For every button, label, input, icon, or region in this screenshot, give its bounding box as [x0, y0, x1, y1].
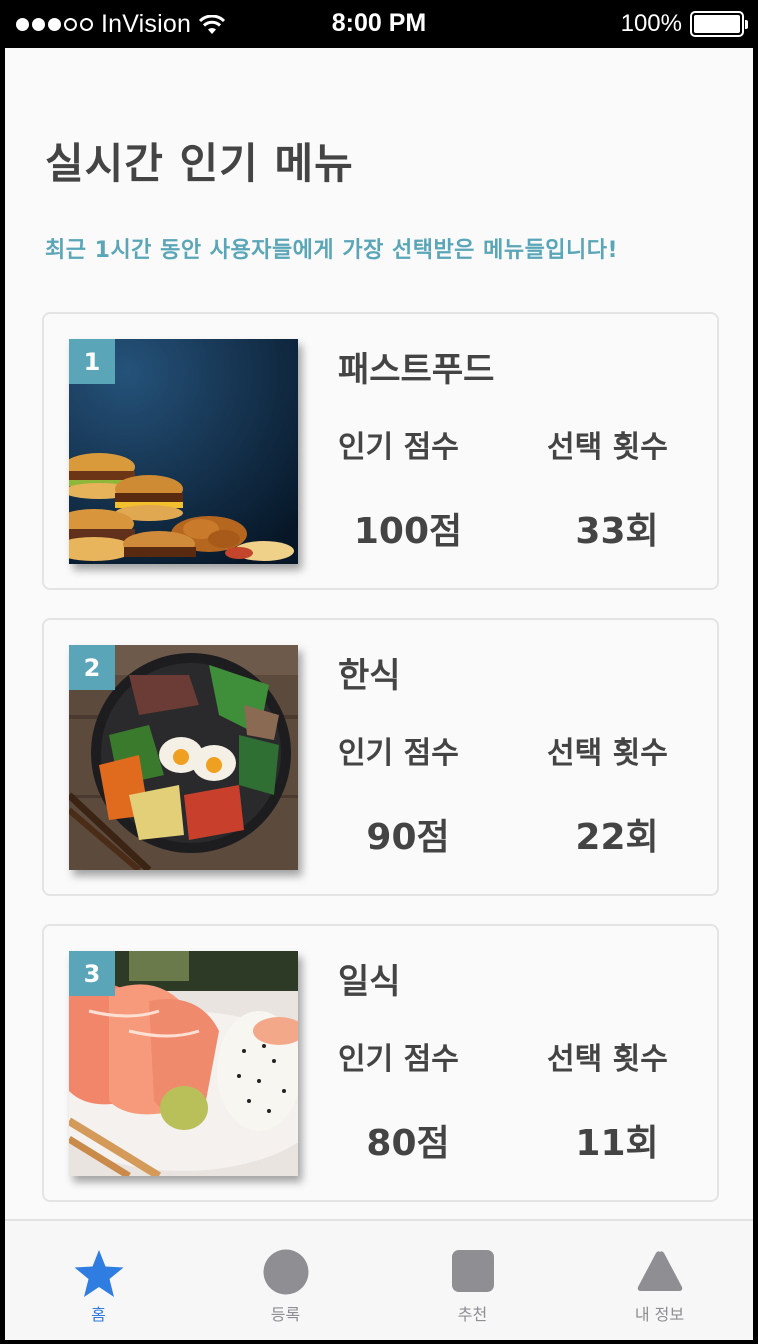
tab-label: 내 정보 [634, 1305, 685, 1324]
tab-label: 등록 [270, 1305, 301, 1324]
menu-name: 한식 [338, 656, 401, 696]
tab-home[interactable]: 홈 [5, 1221, 192, 1340]
rank-badge: 3 [69, 951, 115, 996]
selection-count-value: 11회 [575, 1123, 659, 1164]
selection-count-label: 선택 횟수 [547, 1042, 668, 1077]
rank-badge: 2 [69, 645, 115, 690]
tab-register[interactable]: 등록 [192, 1221, 379, 1340]
bottom-tab-bar: 홈 등록 추천 내 정보 [5, 1219, 753, 1340]
circle-icon [263, 1249, 308, 1295]
status-bar: InVision 8:00 PM 100% [0, 0, 758, 48]
menu-card-fastfood[interactable]: 1 패스트푸드 인기 점수 선택 횟수 100점 33회 [42, 312, 719, 590]
square-icon [451, 1250, 494, 1292]
popularity-score-label: 인기 점수 [338, 736, 459, 771]
page-subtitle: 최근 1시간 동안 사용자들에게 가장 선택받은 메뉴들입니다! [45, 238, 619, 263]
battery-info: 100% [620, 10, 748, 38]
menu-image-fastfood: 1 [69, 339, 298, 564]
selection-count-label: 선택 횟수 [547, 736, 668, 771]
rank-badge: 1 [69, 339, 115, 384]
triangle-icon [637, 1251, 682, 1291]
menu-name: 일식 [338, 962, 401, 1002]
selection-count-value: 33회 [575, 511, 659, 552]
selection-count-value: 22회 [575, 817, 659, 858]
app-screen: 실시간 인기 메뉴 최근 1시간 동안 사용자들에게 가장 선택받은 메뉴들입니… [5, 48, 753, 1340]
page-title: 실시간 인기 메뉴 [45, 139, 354, 188]
tab-label: 홈 [91, 1305, 106, 1324]
selection-count-label: 선택 횟수 [547, 430, 668, 465]
popularity-score-value: 90점 [366, 817, 450, 858]
menu-name: 패스트푸드 [338, 350, 495, 390]
battery-percentage: 100% [620, 10, 682, 37]
menu-card-korean[interactable]: 2 한식 인기 점수 선택 횟수 90점 22회 [42, 618, 719, 896]
tab-label: 추천 [457, 1305, 488, 1324]
star-icon [74, 1250, 123, 1297]
menu-image-korean: 2 [69, 645, 298, 870]
menu-image-japanese: 3 [69, 951, 298, 1176]
tab-my-info[interactable]: 내 정보 [566, 1221, 753, 1340]
popularity-score-value: 80점 [366, 1123, 450, 1164]
battery-icon [690, 11, 748, 37]
popularity-score-value: 100점 [353, 511, 463, 552]
menu-card-japanese[interactable]: 3 일식 인기 점수 선택 횟수 80점 11회 [42, 924, 719, 1202]
popularity-score-label: 인기 점수 [338, 430, 459, 465]
phone-frame: InVision 8:00 PM 100% 실시간 인기 메뉴 최근 1시간 동… [0, 0, 758, 1344]
tab-recommend[interactable]: 추천 [379, 1221, 566, 1340]
popularity-score-label: 인기 점수 [338, 1042, 459, 1077]
